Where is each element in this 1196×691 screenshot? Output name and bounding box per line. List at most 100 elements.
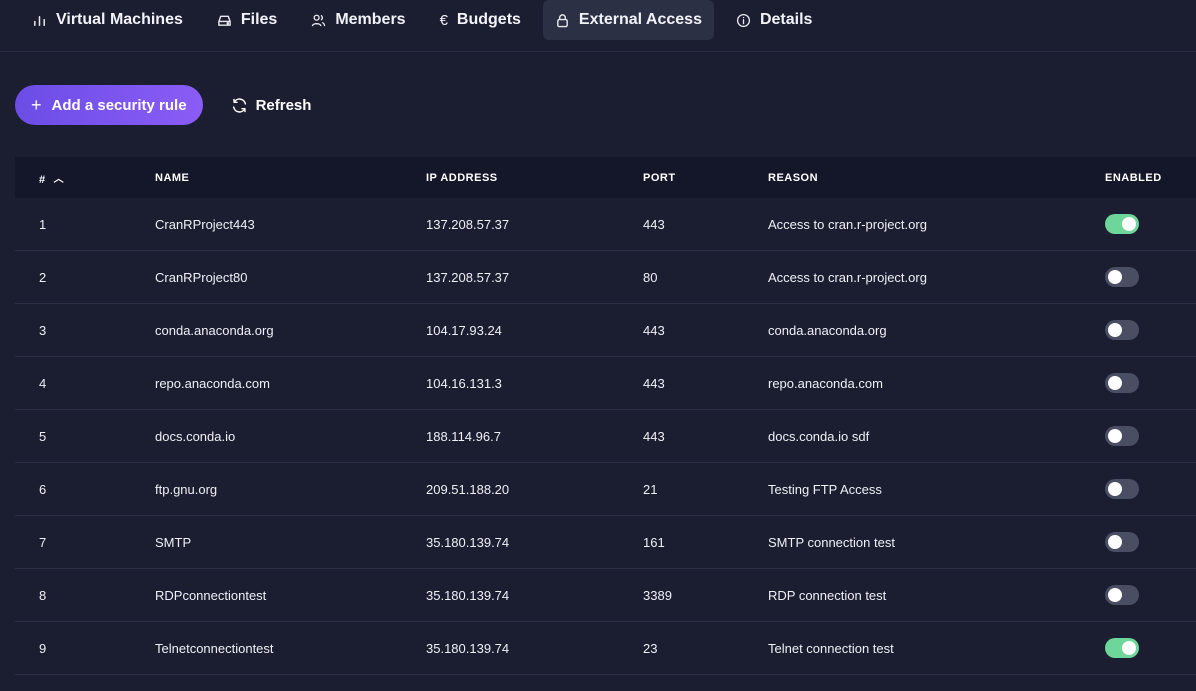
enabled-toggle[interactable] <box>1105 373 1139 393</box>
toolbar: + Add a security rule Refresh <box>15 85 317 125</box>
cell-num: 7 <box>39 534 47 550</box>
cell-ip: 188.114.96.7 <box>426 428 501 444</box>
column-header-enabled: ENABLED <box>1105 171 1162 184</box>
toggle-knob <box>1108 270 1122 284</box>
tab-external-access[interactable]: External Access <box>542 0 714 40</box>
users-icon <box>312 14 326 26</box>
tab-label: External Access <box>578 11 702 28</box>
cell-name: Telnetconnectiontest <box>155 640 274 656</box>
cell-port: 443 <box>643 216 665 232</box>
cell-reason: conda.anaconda.org <box>768 322 887 338</box>
tab-label: Files <box>240 11 278 28</box>
toggle-knob <box>1108 535 1122 549</box>
column-header-port: PORT <box>643 171 676 184</box>
tab-virtual-machines[interactable]: Virtual Machines <box>20 0 195 40</box>
tab-label: Members <box>335 11 406 28</box>
enabled-toggle[interactable] <box>1105 638 1139 658</box>
cell-num: 3 <box>39 322 47 338</box>
enabled-toggle[interactable] <box>1105 320 1139 340</box>
table-row: 2 CranRProject80 137.208.57.37 80 Access… <box>15 251 1196 304</box>
tab-files[interactable]: Files <box>205 0 289 40</box>
cell-port: 21 <box>643 481 658 497</box>
cell-name: CranRProject80 <box>155 269 248 285</box>
cell-reason: SMTP connection test <box>768 534 895 550</box>
toggle-knob <box>1108 588 1122 602</box>
tab-details[interactable]: Details <box>724 0 824 40</box>
cell-num: 1 <box>39 216 47 232</box>
refresh-button[interactable]: Refresh <box>225 85 318 125</box>
refresh-icon <box>232 97 246 113</box>
tab-label: Virtual Machines <box>56 11 183 28</box>
enabled-toggle[interactable] <box>1105 214 1139 234</box>
security-rules-table: # ︿ NAME IP ADDRESS PORT REASON ENABLED 1… <box>15 157 1196 675</box>
cell-reason: repo.anaconda.com <box>768 375 883 391</box>
tab-label: Budgets <box>456 11 521 28</box>
column-header-ip: IP ADDRESS <box>426 171 498 184</box>
cell-reason: Access to cran.r-project.org <box>768 216 927 232</box>
toggle-knob <box>1122 641 1136 655</box>
tab-bar: Virtual Machines Files Members € Budgets… <box>0 0 1196 52</box>
toggle-knob <box>1108 482 1122 496</box>
add-security-rule-button[interactable]: + Add a security rule <box>15 85 203 125</box>
table-row: 1 CranRProject443 137.208.57.37 443 Acce… <box>15 198 1196 251</box>
table-row: 6 ftp.gnu.org 209.51.188.20 21 Testing F… <box>15 463 1196 516</box>
cell-name: SMTP <box>155 534 192 550</box>
table-row: 8 RDPconnectiontest 35.180.139.74 3389 R… <box>15 569 1196 622</box>
cell-num: 8 <box>39 587 47 603</box>
enabled-toggle[interactable] <box>1105 426 1139 446</box>
enabled-toggle[interactable] <box>1105 585 1139 605</box>
toggle-knob <box>1122 217 1136 231</box>
euro-icon: € <box>439 11 448 29</box>
refresh-label: Refresh <box>255 96 312 114</box>
cell-ip: 137.208.57.37 <box>426 269 510 285</box>
table-row: 5 docs.conda.io 188.114.96.7 443 docs.co… <box>15 410 1196 463</box>
tab-budgets[interactable]: € Budgets <box>428 0 533 40</box>
table-row: 7 SMTP 35.180.139.74 161 SMTP connection… <box>15 516 1196 569</box>
table-row: 4 repo.anaconda.com 104.16.131.3 443 rep… <box>15 357 1196 410</box>
toggle-knob <box>1108 323 1122 337</box>
cell-num: 5 <box>39 428 47 444</box>
enabled-toggle[interactable] <box>1105 479 1139 499</box>
sort-ascending-icon: ︿ <box>53 173 65 185</box>
info-icon <box>736 13 751 27</box>
bar-chart-icon <box>34 15 45 26</box>
tab-members[interactable]: Members <box>299 0 417 40</box>
add-security-rule-label: Add a security rule <box>51 96 187 114</box>
enabled-toggle[interactable] <box>1105 532 1139 552</box>
cell-port: 23 <box>643 640 658 656</box>
plus-icon: + <box>31 95 42 115</box>
cell-ip: 104.16.131.3 <box>426 375 502 391</box>
toggle-knob <box>1108 376 1122 390</box>
cell-port: 161 <box>643 534 665 550</box>
column-header-name: NAME <box>155 171 190 184</box>
cell-name: CranRProject443 <box>155 216 255 232</box>
cell-reason: docs.conda.io sdf <box>768 428 870 444</box>
cell-ip: 137.208.57.37 <box>426 216 510 232</box>
cell-port: 3389 <box>643 587 672 603</box>
cell-reason: RDP connection test <box>768 587 887 603</box>
table-row: 3 conda.anaconda.org 104.17.93.24 443 co… <box>15 304 1196 357</box>
cell-name: docs.conda.io <box>155 428 236 444</box>
cell-reason: Access to cran.r-project.org <box>768 269 927 285</box>
table-header: # ︿ NAME IP ADDRESS PORT REASON ENABLED <box>15 157 1196 198</box>
cell-ip: 209.51.188.20 <box>426 481 510 497</box>
cell-reason: Testing FTP Access <box>768 481 882 497</box>
cell-name: conda.anaconda.org <box>155 322 274 338</box>
cell-name: repo.anaconda.com <box>155 375 270 391</box>
toggle-knob <box>1108 429 1122 443</box>
cell-port: 443 <box>643 375 665 391</box>
cell-num: 6 <box>39 481 47 497</box>
cell-ip: 35.180.139.74 <box>426 534 510 550</box>
column-header-num[interactable]: # ︿ <box>39 170 64 186</box>
cell-port: 443 <box>643 322 665 338</box>
column-header-reason: REASON <box>768 171 819 184</box>
cell-reason: Telnet connection test <box>768 640 894 656</box>
cell-port: 80 <box>643 269 658 285</box>
drive-icon <box>218 15 231 26</box>
cell-name: RDPconnectiontest <box>155 587 267 603</box>
cell-port: 443 <box>643 428 665 444</box>
enabled-toggle[interactable] <box>1105 267 1139 287</box>
table-row: 9 Telnetconnectiontest 35.180.139.74 23 … <box>15 622 1196 675</box>
tab-label: Details <box>759 11 813 28</box>
cell-num: 4 <box>39 375 47 391</box>
